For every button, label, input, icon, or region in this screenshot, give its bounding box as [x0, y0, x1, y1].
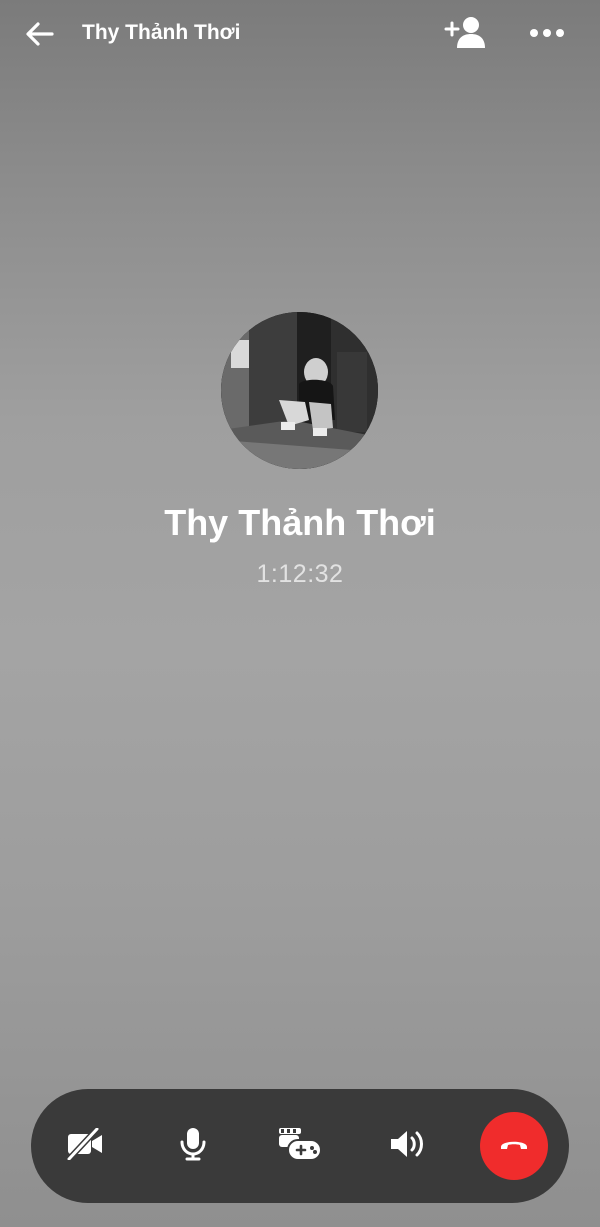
microphone-button[interactable] [163, 1116, 223, 1176]
contact-avatar [221, 312, 378, 469]
contact-name: Thy Thảnh Thơi [164, 502, 436, 543]
add-person-icon [444, 15, 486, 54]
back-button[interactable] [20, 16, 60, 56]
contact-photo [221, 312, 378, 469]
gamepad-icon [278, 1126, 322, 1167]
more-horizontal-icon [529, 25, 565, 43]
speaker-icon [389, 1128, 427, 1165]
top-bar: Thy Thảnh Thơi [0, 0, 600, 70]
arrow-left-icon [24, 18, 56, 55]
speaker-button[interactable] [378, 1116, 438, 1176]
add-person-button[interactable] [442, 14, 488, 54]
games-button[interactable] [270, 1116, 330, 1176]
camera-off-button[interactable] [55, 1116, 115, 1176]
microphone-icon [179, 1127, 207, 1166]
end-call-button[interactable] [480, 1112, 548, 1180]
more-options-button[interactable] [524, 14, 570, 54]
chat-title: Thy Thảnh Thơi [82, 21, 241, 44]
call-controls-bar [31, 1089, 569, 1203]
call-duration: 1:12:32 [256, 560, 344, 588]
phone-hangup-icon [499, 1136, 529, 1157]
video-off-icon [65, 1125, 105, 1165]
